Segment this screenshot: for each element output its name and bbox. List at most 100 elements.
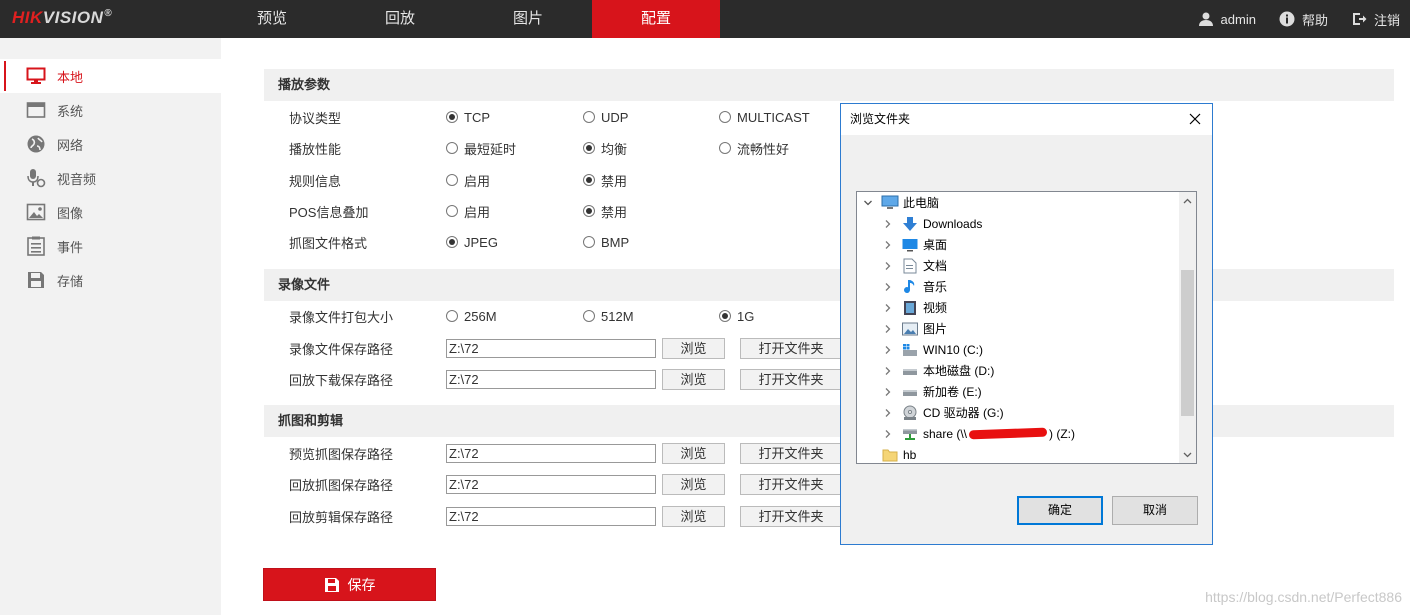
row-label: 规则信息 (289, 173, 342, 189)
radio-lowest-latency[interactable]: 最短延时 (446, 139, 516, 158)
sidebar-item-image[interactable]: 图像 (0, 195, 221, 229)
folder-icon (881, 447, 899, 463)
sidebar-item-system[interactable]: 系统 (0, 93, 221, 127)
tree-item-drive-d[interactable]: 本地磁盘 (D:) (881, 360, 994, 381)
preview-capture-path-input[interactable]: Z:\72 (446, 443, 656, 463)
cd-drive-icon (901, 405, 919, 421)
chevron-right-icon[interactable] (881, 217, 895, 231)
sidebar-item-label: 本地 (57, 69, 84, 85)
radio-tcp[interactable]: TCP (446, 110, 490, 125)
open-folder-button[interactable]: 打开文件夹 (740, 337, 842, 359)
scroll-up-icon[interactable] (1179, 192, 1196, 209)
sidebar-item-video-audio[interactable]: 视音频 (0, 161, 221, 195)
radio-bmp[interactable]: BMP (583, 235, 629, 250)
radio-pos-disable[interactable]: 禁用 (583, 202, 627, 221)
radio-balanced[interactable]: 均衡 (583, 139, 627, 158)
clip-path-input[interactable]: Z:\72 (446, 506, 656, 526)
browse-button[interactable]: 浏览 (662, 337, 725, 359)
browse-button[interactable]: 浏览 (662, 473, 725, 495)
open-folder-button[interactable]: 打开文件夹 (740, 368, 842, 390)
nav-preview[interactable]: 预览 (208, 0, 336, 38)
chevron-right-icon[interactable] (881, 427, 895, 441)
drive-icon (901, 363, 919, 379)
tree-item-pictures[interactable]: 图片 (881, 318, 947, 339)
redaction-mark (968, 427, 1048, 440)
browse-button[interactable]: 浏览 (662, 505, 725, 527)
radio-pos-enable[interactable]: 启用 (446, 202, 490, 221)
sidebar-item-event[interactable]: 事件 (0, 229, 221, 263)
chevron-right-icon[interactable] (881, 280, 895, 294)
ok-button[interactable]: 确定 (1017, 496, 1103, 525)
save-button[interactable]: 保存 (263, 568, 436, 601)
radio-512m[interactable]: 512M (583, 309, 634, 324)
scroll-down-icon[interactable] (1179, 446, 1196, 463)
chevron-down-icon[interactable] (861, 196, 875, 210)
monitor-icon (25, 66, 47, 86)
hikvision-logo: HIKVISION® (12, 8, 113, 27)
tree-item-downloads[interactable]: Downloads (881, 213, 982, 234)
tree-item-this-pc[interactable]: 此电脑 (861, 192, 939, 213)
folder-tree[interactable]: 此电脑 Downloads 桌面 文档 音乐 视频 图片 WIN10 (C:) … (856, 191, 1197, 464)
nav-picture[interactable]: 图片 (464, 0, 592, 38)
radio-rules-disable[interactable]: 禁用 (583, 171, 627, 190)
chevron-right-icon[interactable] (881, 301, 895, 315)
sidebar-item-storage[interactable]: 存储 (0, 263, 221, 297)
tree-item-videos[interactable]: 视频 (881, 297, 947, 318)
radio-1g[interactable]: 1G (719, 309, 754, 324)
browse-folder-dialog: 浏览文件夹 此电脑 Downloads 桌面 文档 音乐 视频 图片 WIN10… (840, 103, 1213, 545)
chevron-right-icon[interactable] (881, 385, 895, 399)
chevron-right-icon[interactable] (881, 322, 895, 336)
sidebar-item-label: 视音频 (57, 171, 97, 187)
section-playback-title: 播放参数 (264, 69, 1394, 101)
user-menu[interactable]: admin (1197, 10, 1256, 28)
disk-icon (25, 270, 47, 290)
tree-item-hb[interactable]: hb (881, 444, 916, 463)
chevron-right-icon[interactable] (881, 364, 895, 378)
image-icon (25, 202, 47, 222)
open-folder-button[interactable]: 打开文件夹 (740, 442, 842, 464)
open-folder-button[interactable]: 打开文件夹 (740, 505, 842, 527)
sidebar: 本地 系统 网络 视音频 图像 事件 存储 (0, 38, 221, 615)
cancel-button[interactable]: 取消 (1112, 496, 1198, 525)
sidebar-item-network[interactable]: 网络 (0, 127, 221, 161)
tree-item-desktop[interactable]: 桌面 (881, 234, 947, 255)
chevron-right-icon[interactable] (881, 238, 895, 252)
tree-item-music[interactable]: 音乐 (881, 276, 947, 297)
radio-256m[interactable]: 256M (446, 309, 497, 324)
row-label: 录像文件保存路径 (289, 341, 394, 357)
logout-link[interactable]: 注销 (1350, 10, 1400, 29)
chevron-right-icon[interactable] (881, 406, 895, 420)
browse-button[interactable]: 浏览 (662, 368, 725, 390)
help-label: 帮助 (1301, 12, 1328, 28)
drive-icon (901, 384, 919, 400)
tree-item-documents[interactable]: 文档 (881, 255, 947, 276)
browse-button[interactable]: 浏览 (662, 442, 725, 464)
close-icon[interactable] (1186, 110, 1204, 128)
help-link[interactable]: 帮助 (1278, 10, 1328, 29)
radio-jpeg[interactable]: JPEG (446, 235, 498, 250)
row-label: POS信息叠加 (289, 204, 369, 220)
chevron-right-icon[interactable] (881, 259, 895, 273)
radio-udp[interactable]: UDP (583, 110, 628, 125)
sidebar-item-local[interactable]: 本地 (0, 59, 221, 93)
download-save-path-input[interactable]: Z:\72 (446, 369, 656, 389)
row-label: 回放抓图保存路径 (289, 477, 394, 493)
row-label: 协议类型 (289, 110, 342, 126)
radio-smooth[interactable]: 流畅性好 (719, 139, 789, 158)
nav-configuration[interactable]: 配置 (592, 0, 720, 38)
record-save-path-input[interactable]: Z:\72 (446, 338, 656, 358)
nav-playback[interactable]: 回放 (336, 0, 464, 38)
tree-item-drive-e[interactable]: 新加卷 (E:) (881, 381, 982, 402)
tree-item-cd-drive[interactable]: CD 驱动器 (G:) (881, 402, 1004, 423)
tree-item-network-share[interactable]: share (\\) (Z:) (881, 423, 1075, 444)
playback-capture-path-input[interactable]: Z:\72 (446, 474, 656, 494)
radio-multicast[interactable]: MULTICAST (719, 110, 810, 125)
row-label: 回放下载保存路径 (289, 372, 394, 388)
scrollbar-thumb[interactable] (1181, 270, 1194, 416)
save-label: 保存 (347, 576, 376, 593)
open-folder-button[interactable]: 打开文件夹 (740, 473, 842, 495)
radio-rules-enable[interactable]: 启用 (446, 171, 490, 190)
chevron-right-icon[interactable] (881, 343, 895, 357)
tree-item-drive-c[interactable]: WIN10 (C:) (881, 339, 983, 360)
tree-scrollbar[interactable] (1179, 192, 1196, 463)
